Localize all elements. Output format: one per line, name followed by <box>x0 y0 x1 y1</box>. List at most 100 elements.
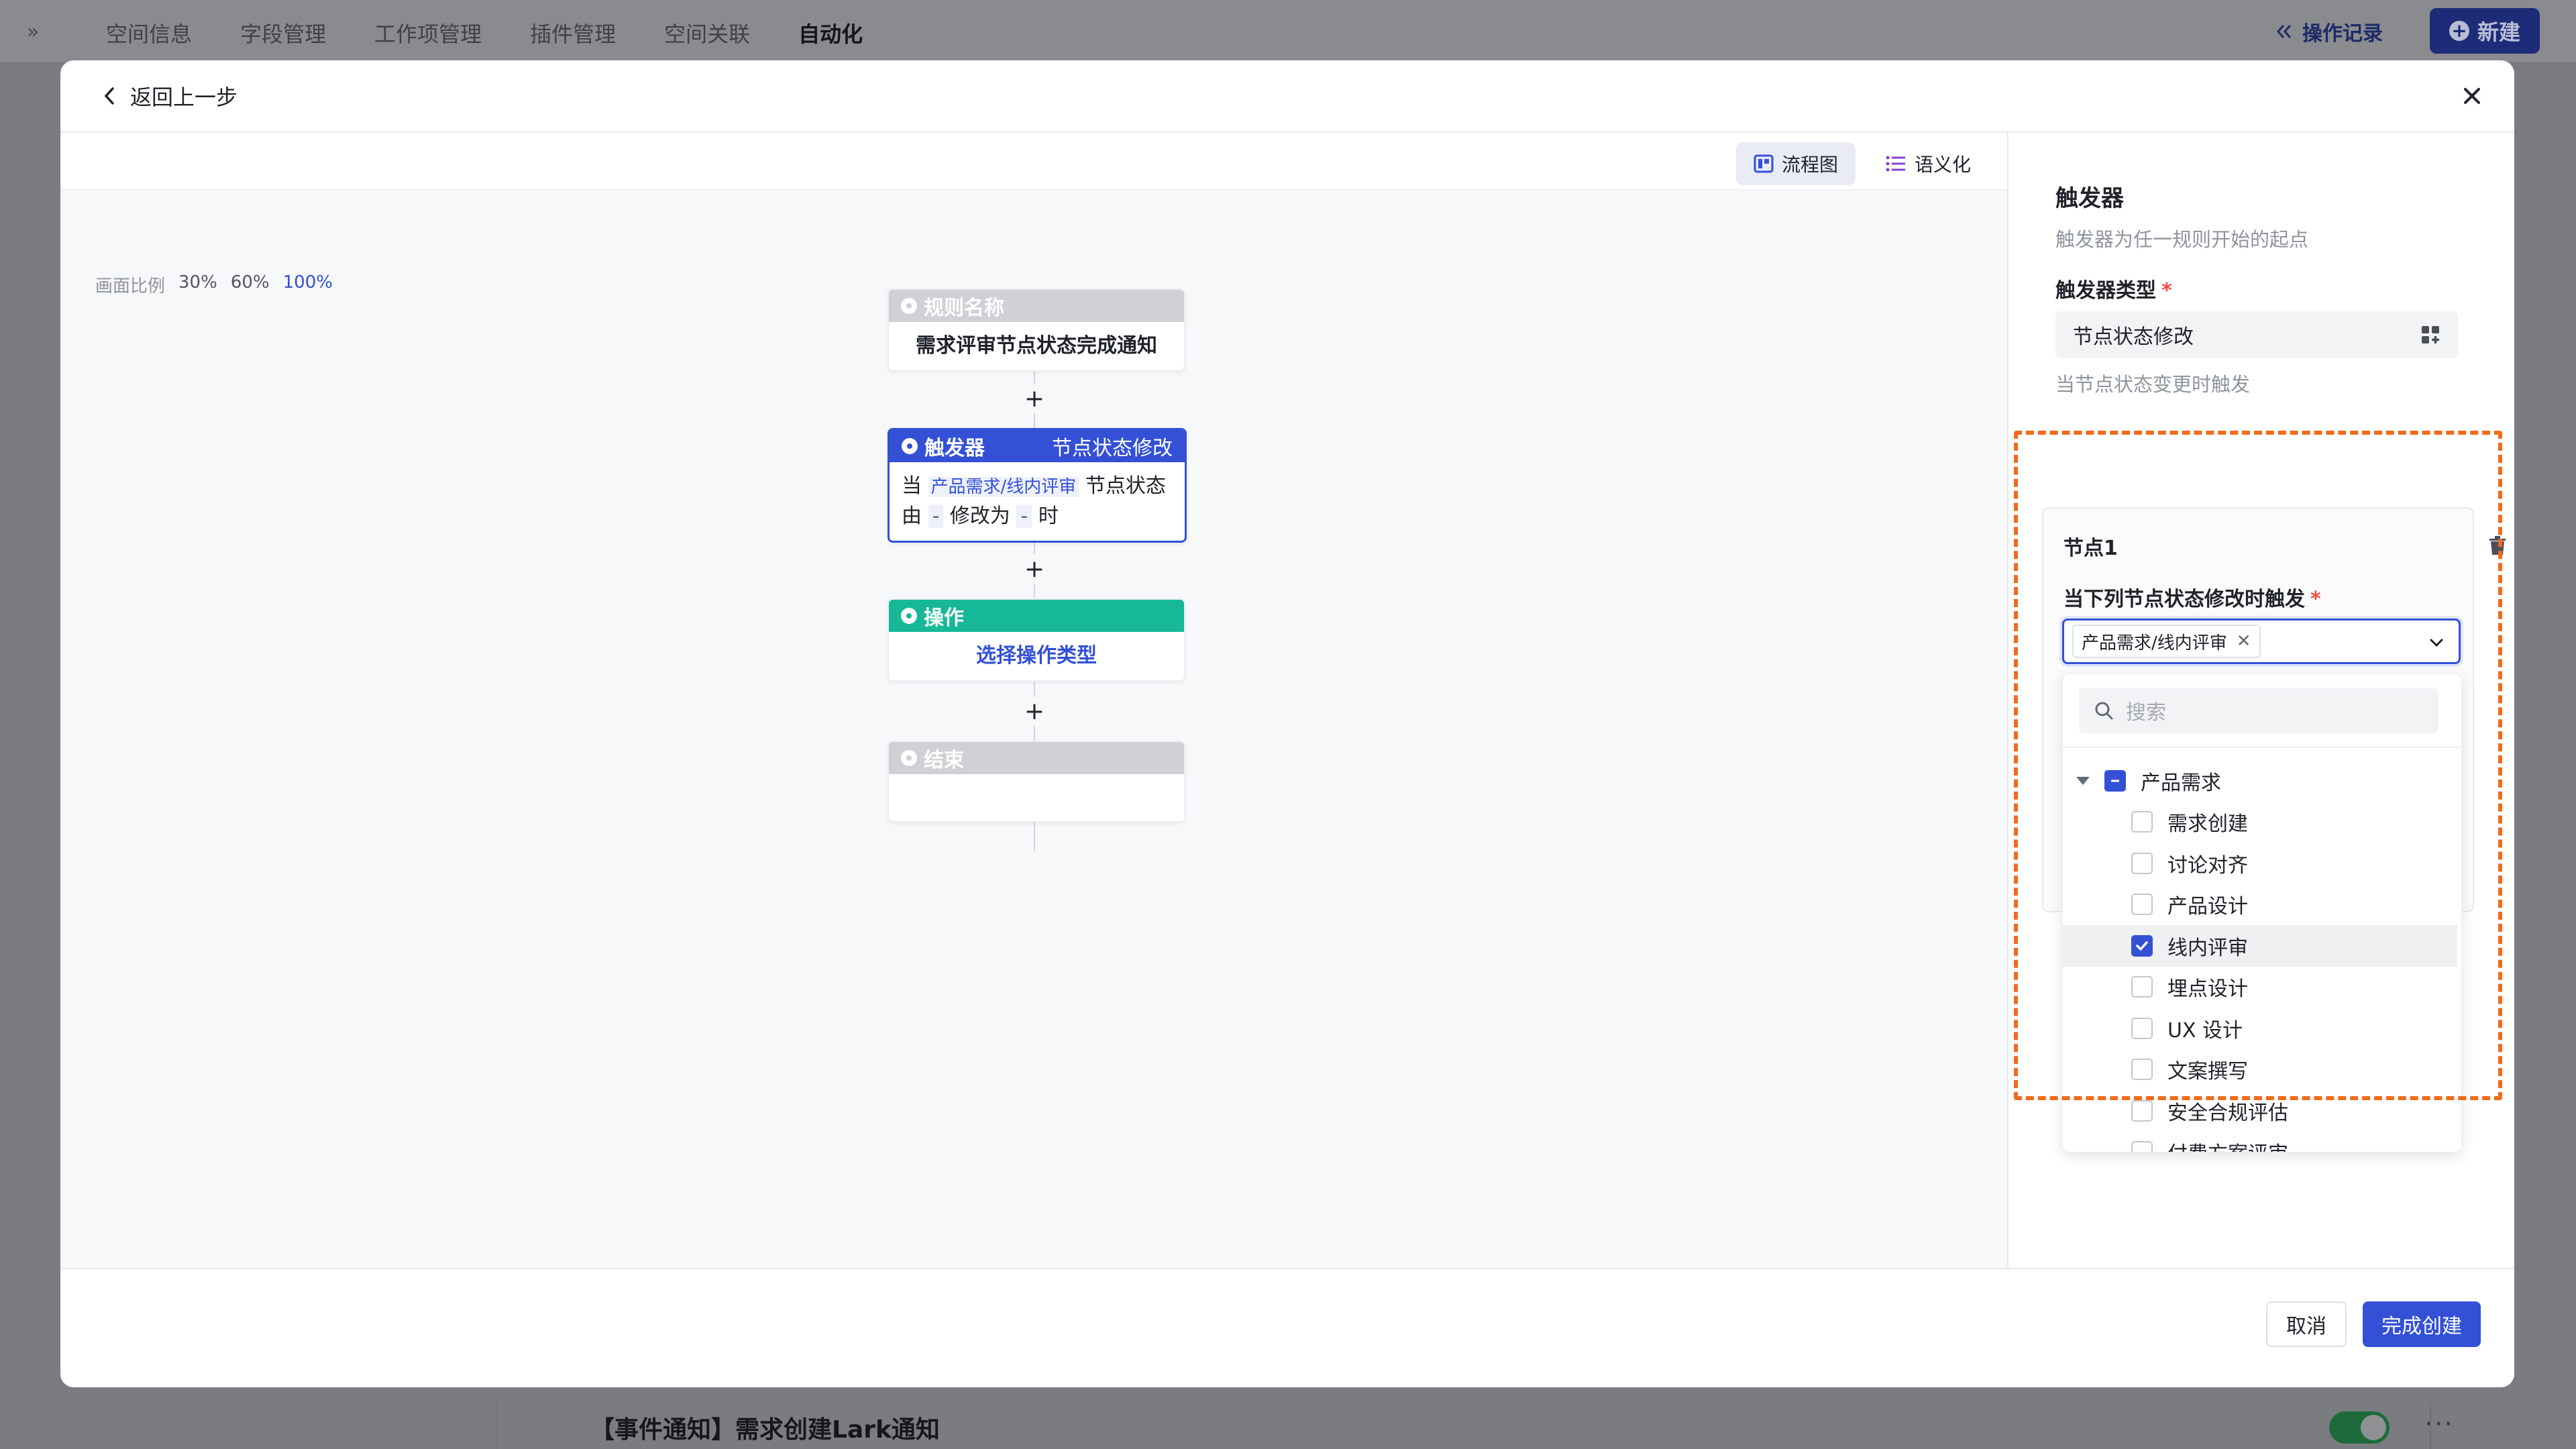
checkbox[interactable] <box>2131 976 2153 998</box>
tab-automation[interactable]: 自动化 <box>798 17 863 48</box>
background-topbar: » 空间信息 字段管理 工作项管理 插件管理 空间关联 自动化 操作记录 + 新… <box>0 0 2576 63</box>
flowchart-view-button[interactable]: 流程图 <box>1736 142 1856 185</box>
option-item[interactable]: 安全合规评估 <box>2063 1090 2461 1132</box>
option-label: 讨论对齐 <box>2167 853 2248 877</box>
action-node-title: 操作 <box>924 606 964 630</box>
option-item[interactable]: 产品设计 <box>2063 884 2461 926</box>
node-option-list: 产品需求 需求创建 讨论对齐 产品设计 线内评审 埋点设计 UX 设计 文案撰写… <box>2063 760 2461 1152</box>
zoom-30[interactable]: 30% <box>178 272 217 297</box>
option-item[interactable]: UX 设计 <box>2063 1008 2461 1049</box>
partial-checkbox[interactable] <box>2104 769 2126 792</box>
operation-log-button[interactable]: 操作记录 <box>2262 15 2396 48</box>
trigger-node-title: 触发器 <box>924 437 985 460</box>
option-label: 产品设计 <box>2167 895 2248 919</box>
close-icon <box>2464 88 2480 104</box>
node-card-title: 节点1 <box>2063 537 2118 560</box>
zoom-control: 画面比例 30% 60% 100% <box>95 272 333 297</box>
back-button[interactable]: 返回上一步 <box>102 80 237 111</box>
option-group-product-requirement[interactable]: 产品需求 <box>2063 760 2461 802</box>
trigger-text-from: 由 <box>902 504 922 528</box>
caret-down-icon[interactable] <box>2076 776 2090 785</box>
view-switch: 流程图 语义化 <box>60 133 2007 191</box>
more-icon[interactable]: ··· <box>2424 1409 2454 1440</box>
close-button[interactable] <box>2457 80 2487 111</box>
add-step-button[interactable]: + <box>1020 696 1049 726</box>
selected-node-chip-label: 产品需求/线内评审 <box>2082 633 2227 653</box>
to-state-placeholder: - <box>1016 504 1032 528</box>
trigger-node[interactable]: 触发器 节点状态修改 当 产品需求/线内评审 节点状态 由 - 修改为 - 时 <box>888 428 1187 543</box>
checkbox[interactable] <box>2131 1099 2153 1122</box>
rule-name-value: 需求评审节点状态完成通知 <box>916 334 1157 358</box>
option-item[interactable]: 付费方案评审 <box>2063 1132 2461 1152</box>
complete-create-button[interactable]: 完成创建 <box>2363 1301 2481 1347</box>
checkbox[interactable] <box>2131 1017 2153 1039</box>
action-node-header: 操作 <box>889 600 1184 632</box>
add-step-button[interactable]: + <box>1020 554 1049 584</box>
trash-icon[interactable] <box>2486 534 2509 557</box>
trigger-node-description: 当 产品需求/线内评审 节点状态 由 - 修改为 - 时 <box>890 462 1185 541</box>
expand-sidebar-icon[interactable]: » <box>27 20 39 44</box>
chevron-down-icon <box>2430 639 2443 647</box>
flowchart-icon <box>1754 154 1774 173</box>
new-button[interactable]: + 新建 <box>2430 8 2540 54</box>
zoom-60[interactable]: 60% <box>231 272 270 297</box>
tab-field-management[interactable]: 字段管理 <box>240 17 326 48</box>
trigger-type-label: 触发器类型 * <box>2055 279 2172 303</box>
remove-chip-icon[interactable]: ✕ <box>2237 631 2251 651</box>
background-tabs: 空间信息 字段管理 工作项管理 插件管理 空间关联 自动化 <box>106 17 863 48</box>
rule-enabled-toggle[interactable] <box>2329 1411 2390 1444</box>
checkbox[interactable] <box>2131 1059 2153 1081</box>
node-dropdown: 搜索 产品需求 需求创建 讨论对齐 产品设计 线内评审 埋点设计 UX 设计 文… <box>2062 674 2462 1152</box>
from-state-placeholder: - <box>928 504 944 528</box>
checkbox[interactable] <box>2131 852 2153 874</box>
background-rule-title: 【事件通知】需求创建Lark通知 <box>590 1416 940 1444</box>
dropdown-divider <box>2063 747 2461 748</box>
trigger-type-select[interactable]: 节点状态修改 <box>2055 311 2458 358</box>
trigger-text-change-to: 修改为 <box>949 504 1010 528</box>
rule-name-header: 规则名称 <box>889 290 1184 322</box>
trigger-node-type: 节点状态修改 <box>1052 437 1173 460</box>
trigger-text-node-state: 节点状态 <box>1085 474 1166 498</box>
double-chevron-left-icon <box>2276 25 2292 38</box>
trigger-node-tag: 产品需求/线内评审 <box>928 477 1079 497</box>
checked-checkbox[interactable] <box>2131 934 2153 957</box>
option-label: 安全合规评估 <box>2167 1101 2288 1125</box>
dropdown-search-input[interactable]: 搜索 <box>2079 688 2438 733</box>
tab-space-info[interactable]: 空间信息 <box>106 17 192 48</box>
new-button-label: 新建 <box>2477 19 2520 45</box>
option-item[interactable]: 需求创建 <box>2063 802 2461 843</box>
checkbox[interactable] <box>2131 894 2153 916</box>
checkbox[interactable] <box>2131 811 2153 833</box>
semantic-view-button[interactable]: 语义化 <box>1868 142 1988 185</box>
rule-name-node[interactable]: 规则名称 需求评审节点状态完成通知 <box>888 288 1185 372</box>
back-label: 返回上一步 <box>130 85 238 110</box>
add-step-button[interactable]: + <box>1020 384 1049 413</box>
tab-work-item-management[interactable]: 工作项管理 <box>374 17 482 48</box>
option-item[interactable]: 埋点设计 <box>2063 967 2461 1008</box>
zoom-100[interactable]: 100% <box>283 272 333 297</box>
modal-footer: 取消 完成创建 <box>60 1268 2514 1387</box>
flow-canvas: 流程图 语义化 画面比例 30% 60% 100% 规则名称 需求评审节点状态完… <box>60 133 2008 1268</box>
node-multi-select[interactable]: 产品需求/线内评审 ✕ <box>2062 619 2461 664</box>
end-node-header: 结束 <box>889 742 1184 774</box>
chevron-left-icon <box>104 87 114 105</box>
operation-log-label: 操作记录 <box>2302 22 2383 46</box>
option-item-selected[interactable]: 线内评审 <box>2063 925 2457 967</box>
panel-title: 触发器 <box>2055 185 2124 212</box>
select-action-type-link[interactable]: 选择操作类型 <box>976 644 1097 667</box>
cancel-button[interactable]: 取消 <box>2266 1301 2347 1347</box>
checkbox[interactable] <box>2131 1141 2153 1152</box>
trigger-settings-panel: 触发器 触发器为任一规则开始的起点 触发器类型 * 节点状态修改 当节点状态变更时… <box>2008 133 2514 1268</box>
option-item[interactable]: 讨论对齐 <box>2063 843 2461 884</box>
action-node[interactable]: 操作 选择操作类型 <box>888 598 1185 682</box>
search-icon <box>2095 702 2113 720</box>
option-label: 付费方案评审 <box>2167 1137 2288 1152</box>
tab-plugin-management[interactable]: 插件管理 <box>530 17 616 48</box>
tab-space-association[interactable]: 空间关联 <box>664 17 750 48</box>
option-label: 需求创建 <box>2167 812 2248 837</box>
end-node[interactable]: 结束 <box>888 741 1185 822</box>
semantic-label: 语义化 <box>1915 154 1972 176</box>
option-item[interactable]: 文案撰写 <box>2063 1049 2461 1091</box>
plus-circle-icon: + <box>2449 21 2469 41</box>
rule-name-title: 规则名称 <box>924 297 1004 320</box>
